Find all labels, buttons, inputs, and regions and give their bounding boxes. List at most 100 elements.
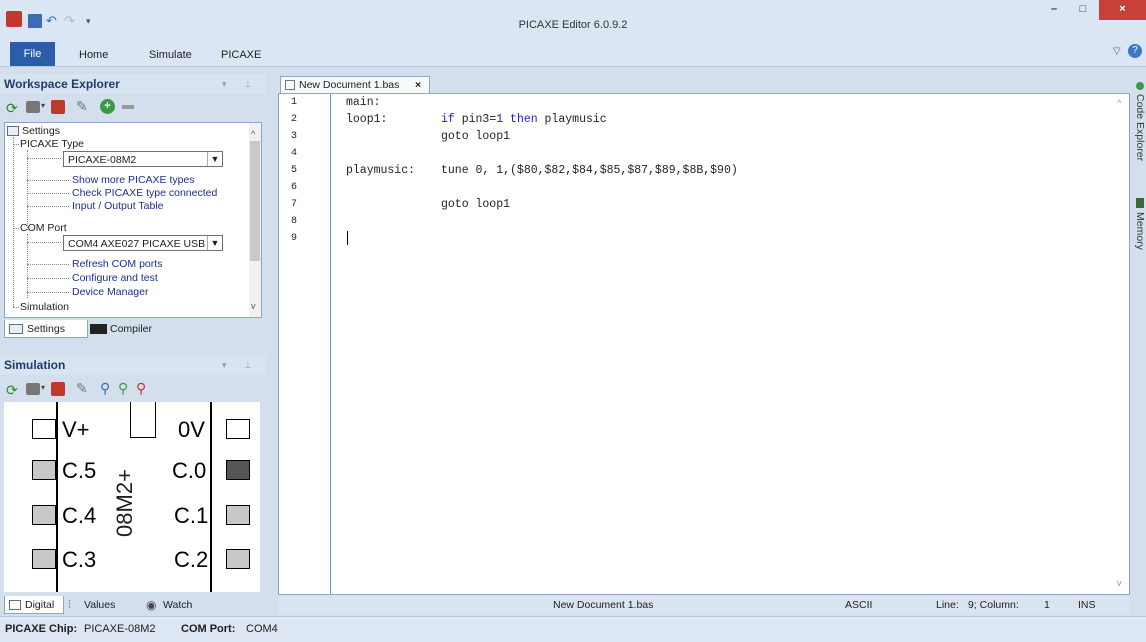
settings-icon: [9, 324, 23, 334]
code-keyword: if: [441, 113, 455, 126]
tab-simulate[interactable]: Simulate: [149, 45, 192, 65]
tree-line: [13, 137, 14, 307]
tree-line: [27, 158, 61, 159]
code-label-playmusic: playmusic:: [346, 164, 416, 177]
pdf-icon[interactable]: [51, 382, 65, 396]
scroll-thumb[interactable]: [250, 141, 260, 261]
tab-watch-label: Watch: [163, 599, 193, 611]
pin-c4[interactable]: [32, 505, 56, 525]
tab-settings[interactable]: Settings: [4, 320, 88, 338]
scroll-down-icon[interactable]: v: [251, 301, 256, 311]
io-table-link[interactable]: Input / Output Table: [72, 200, 163, 212]
pin-label: 0V: [178, 417, 205, 442]
pin-c3[interactable]: [32, 549, 56, 569]
editor-scrollbar[interactable]: ^ v: [1113, 94, 1129, 594]
com-port-value: COM4 AXE027 PICAXE USB: [68, 238, 206, 250]
pin-label: C.0: [172, 458, 207, 483]
tab-home[interactable]: Home: [79, 45, 108, 65]
tree-line: [27, 206, 69, 207]
panel-title: Simulation: [4, 358, 66, 372]
scroll-up-icon[interactable]: ^: [251, 129, 255, 139]
pin-0v[interactable]: [226, 419, 250, 439]
status-mode: INS: [1078, 599, 1096, 611]
wrench-icon[interactable]: ✎: [76, 380, 88, 397]
tab-document-label: New Document 1.bas: [299, 79, 400, 91]
print-icon[interactable]: [26, 101, 40, 113]
pdf-icon[interactable]: [51, 100, 65, 114]
tree-line: [27, 234, 28, 298]
device-manager-link[interactable]: Device Manager: [72, 286, 148, 298]
zoom-icon[interactable]: ⚲: [100, 380, 110, 397]
memory-tab[interactable]: Memory: [1134, 212, 1146, 272]
print-dropdown-icon[interactable]: ▾: [41, 383, 45, 392]
refresh-icon[interactable]: ⟳: [6, 382, 18, 399]
status-line-label: Line:: [936, 599, 959, 611]
tab-picaxe[interactable]: PICAXE: [221, 45, 261, 65]
pin-c0[interactable]: [226, 460, 250, 480]
ribbon-minimize-icon[interactable]: ▽: [1113, 46, 1121, 57]
line-number: 5: [291, 165, 298, 176]
zoom-out-icon[interactable]: ⚲: [136, 380, 146, 397]
pin-icon[interactable]: ⊥: [244, 355, 252, 375]
close-button[interactable]: ×: [1099, 0, 1146, 20]
scroll-down-icon[interactable]: v: [1117, 578, 1122, 588]
print-dropdown-icon[interactable]: ▾: [41, 101, 45, 110]
maximize-button[interactable]: □: [1070, 0, 1096, 20]
zoom-out-icon[interactable]: [122, 105, 134, 109]
minimize-button[interactable]: –: [1041, 0, 1067, 20]
tab-document[interactable]: New Document 1.bas ×: [280, 76, 430, 94]
status-encoding: ASCII: [845, 599, 873, 611]
tree-settings[interactable]: Settings: [22, 125, 60, 137]
com-port-select[interactable]: COM4 AXE027 PICAXE USB ▼: [63, 235, 223, 251]
tab-values[interactable]: ⫶ Values: [68, 596, 115, 614]
tab-digital-label: Digital: [25, 599, 55, 611]
memory-icon: [1136, 198, 1144, 208]
pin-label: C.3: [62, 547, 97, 572]
tree-com-port[interactable]: COM Port: [20, 222, 67, 234]
tab-compiler[interactable]: Compiler: [90, 320, 152, 338]
show-more-types-link[interactable]: Show more PICAXE types: [72, 174, 195, 186]
code-keyword: then: [503, 113, 538, 126]
pin-icon[interactable]: ⊥: [244, 74, 252, 94]
zoom-in-icon[interactable]: +: [100, 99, 115, 114]
code-line-3: goto loop1: [441, 130, 511, 143]
code-text: playmusic: [537, 113, 607, 126]
tab-file[interactable]: File: [10, 42, 55, 66]
tree-scrollbar[interactable]: ^ v: [249, 123, 261, 317]
help-icon[interactable]: ?: [1128, 44, 1142, 58]
close-tab-icon[interactable]: ×: [415, 77, 421, 93]
panel-title: Workspace Explorer: [4, 77, 120, 91]
scroll-up-icon[interactable]: ^: [1117, 98, 1121, 108]
wrench-icon[interactable]: ✎: [76, 98, 88, 115]
margin-line: [330, 94, 331, 594]
zoom-in-icon[interactable]: ⚲: [118, 380, 128, 397]
picaxe-type-select[interactable]: PICAXE-08M2 ▼: [63, 151, 223, 167]
check-type-link[interactable]: Check PICAXE type connected: [72, 187, 217, 199]
code-line-5: tune 0, 1,($80,$82,$84,$85,$87,$89,$8B,$…: [441, 164, 738, 177]
line-number: 9: [291, 233, 298, 244]
chevron-down-icon[interactable]: ▼: [207, 236, 222, 250]
pin-c1[interactable]: [226, 505, 250, 525]
code-explorer-tab[interactable]: Code Explorer: [1134, 94, 1146, 184]
chip-label: PICAXE Chip:: [5, 623, 78, 635]
line-number-gutter: [279, 94, 329, 594]
pin-c2[interactable]: [226, 549, 250, 569]
refresh-com-link[interactable]: Refresh COM ports: [72, 258, 162, 270]
pin-vplus[interactable]: [32, 419, 56, 439]
tab-digital[interactable]: Digital: [4, 596, 64, 614]
window-title: PICAXE Editor 6.0.9.2: [518, 19, 628, 31]
line-number: 4: [291, 148, 298, 159]
pin-c5[interactable]: [32, 460, 56, 480]
tree-line: [13, 144, 19, 145]
refresh-icon[interactable]: ⟳: [6, 100, 18, 117]
tab-watch[interactable]: ◉ Watch: [146, 596, 192, 614]
pin-label: C.1: [174, 503, 209, 528]
tree-picaxe-type[interactable]: PICAXE Type: [20, 138, 84, 150]
tree-simulation[interactable]: Simulation: [20, 301, 69, 313]
configure-link[interactable]: Configure and test: [72, 272, 158, 284]
panel-menu-icon[interactable]: ▾: [222, 355, 227, 375]
print-icon[interactable]: [26, 383, 40, 395]
panel-menu-icon[interactable]: ▾: [222, 74, 227, 94]
chevron-down-icon[interactable]: ▼: [207, 152, 222, 166]
line-number: 6: [291, 182, 298, 193]
